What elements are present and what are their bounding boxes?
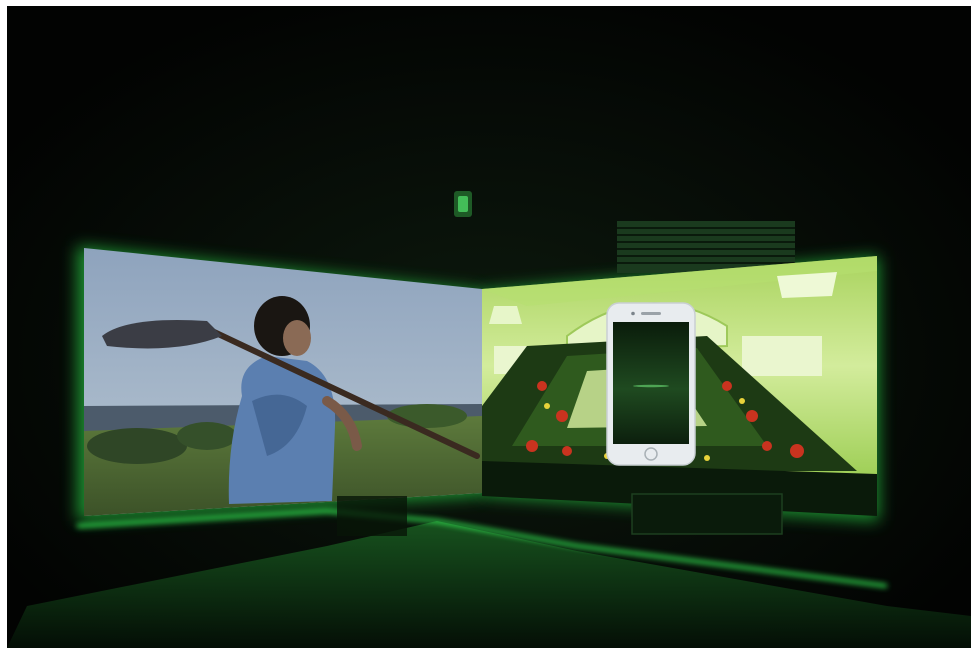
smartphone	[606, 302, 696, 466]
photo-frame	[7, 6, 971, 648]
phone-speaker	[641, 312, 661, 315]
installation-scene	[7, 6, 971, 648]
left-projection-screen	[84, 248, 482, 516]
exit-sign-icon	[454, 191, 472, 217]
phone-screen	[613, 322, 689, 444]
